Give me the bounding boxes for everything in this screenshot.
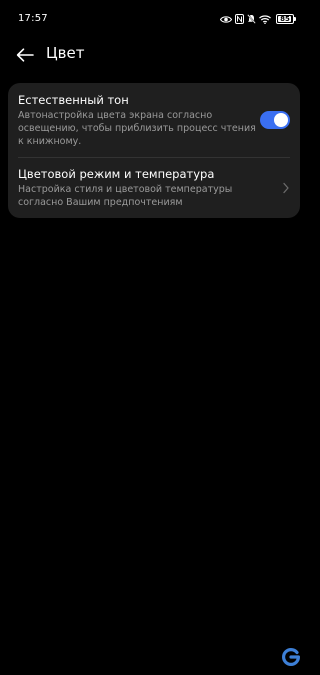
status-time: 17:57: [18, 13, 48, 24]
toggle-knob: [274, 113, 288, 127]
color-mode-title: Цветовой режим и температура: [18, 167, 215, 181]
status-icons: 85: [220, 13, 296, 25]
header: Цвет: [0, 40, 308, 70]
settings-card: Естественный тон Автонастройка цвета экр…: [8, 83, 300, 218]
arrow-left-icon: [16, 48, 34, 62]
status-bar: 17:57 85: [0, 0, 308, 38]
eye-icon: [220, 15, 232, 24]
color-mode-row[interactable]: Цветовой режим и температура Настройка с…: [8, 157, 300, 218]
wifi-icon: [259, 14, 271, 24]
natural-tone-toggle[interactable]: [260, 111, 290, 129]
page-title: Цвет: [46, 44, 85, 62]
battery-icon: 85: [276, 14, 296, 24]
watermark-logo: [282, 648, 300, 666]
mute-icon: [247, 14, 256, 24]
back-button[interactable]: [12, 42, 38, 68]
natural-tone-title: Естественный тон: [18, 93, 129, 107]
natural-tone-description: Автонастройка цвета экрана согласно осве…: [18, 110, 256, 147]
natural-tone-row[interactable]: Естественный тон Автонастройка цвета экр…: [8, 83, 300, 157]
chevron-right-icon: [283, 182, 289, 194]
color-mode-description: Настройка стиля и цветовой температуры с…: [18, 184, 233, 208]
battery-level: 85: [280, 14, 290, 23]
nfc-icon: [235, 14, 244, 24]
